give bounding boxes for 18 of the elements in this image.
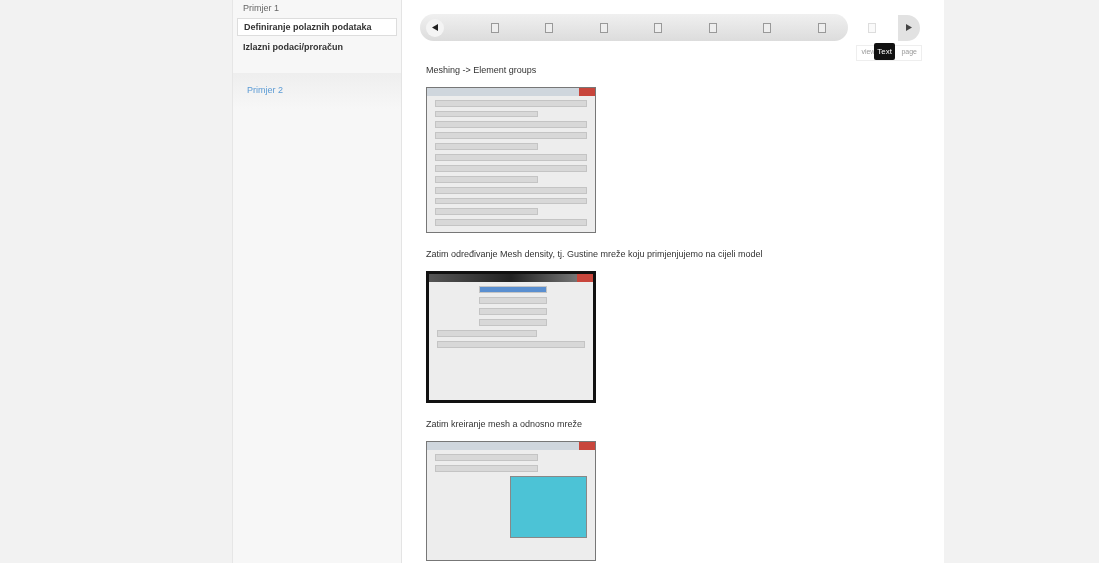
page-icon[interactable] [599, 22, 608, 33]
sidebar-item[interactable]: Definiranje polaznih podataka [237, 18, 397, 36]
page-icon[interactable] [817, 22, 826, 33]
previous-button[interactable] [426, 18, 444, 37]
page-icon[interactable] [545, 22, 554, 33]
right-triangle-icon [906, 24, 912, 31]
paragraph: Meshing -> Element groups [426, 65, 538, 75]
paragraph: Zatim određivanje Mesh density, tj. Gustine mreže koju primjenjujemo na cijeli model [426, 249, 764, 259]
page-icon[interactable] [708, 22, 717, 33]
page-icon[interactable] [654, 22, 663, 33]
tooltip: Text [874, 43, 895, 60]
sidebar-item[interactable]: Primjer 1 [233, 1, 401, 15]
next-button[interactable] [898, 14, 920, 41]
left-triangle-icon [432, 24, 438, 31]
paragraph: Zatim kreiranje mesh a odnosno mreže [426, 419, 584, 429]
sidebar-item[interactable]: Izlazni podaci/proračun [237, 39, 397, 55]
page-icon[interactable] [763, 22, 772, 33]
page-icon[interactable] [490, 22, 499, 33]
